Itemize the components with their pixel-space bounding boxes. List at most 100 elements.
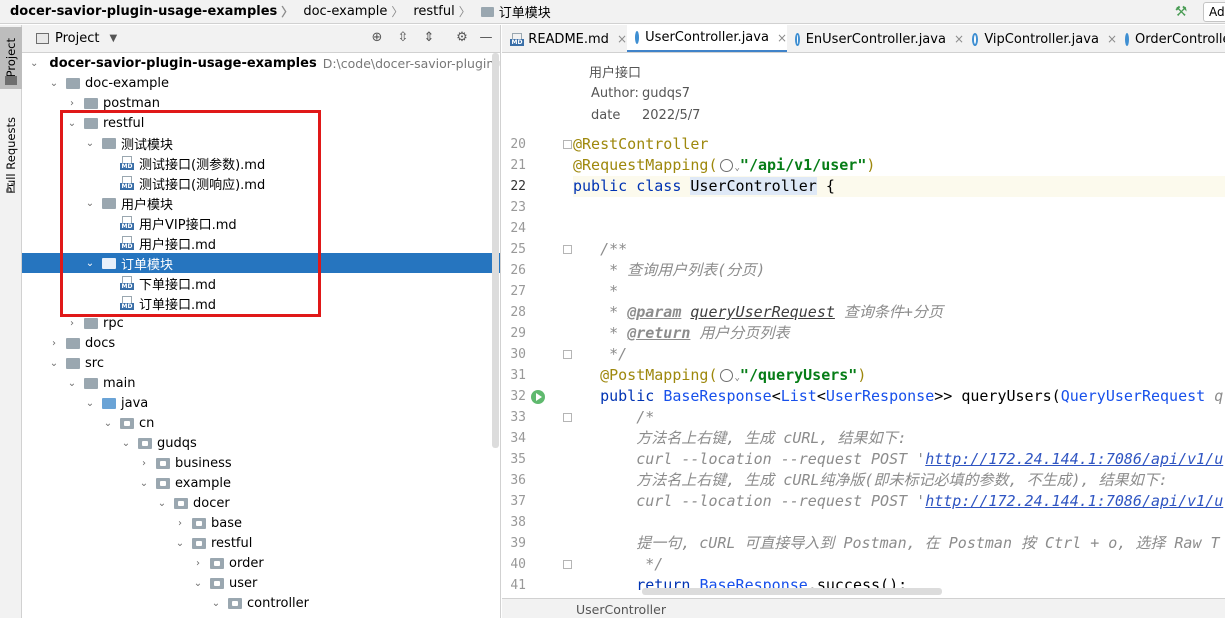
chevron-down-icon[interactable]: ⌄: [66, 118, 78, 129]
project-view-selector[interactable]: Project ▼: [36, 31, 117, 46]
chevron-down-icon[interactable]: ⌄: [192, 578, 204, 589]
chevron-down-icon[interactable]: ⌄: [120, 438, 132, 449]
chevron-right-icon[interactable]: ›: [174, 518, 186, 529]
tree-item[interactable]: ⌄ java: [22, 393, 500, 413]
tree-item[interactable]: MD 用户接口.md: [22, 233, 500, 253]
tree-item[interactable]: MD 下单接口.md: [22, 273, 500, 293]
chevron-right-icon[interactable]: ›: [138, 458, 150, 469]
close-icon[interactable]: ×: [617, 32, 627, 46]
tree-item[interactable]: ⌄ example: [22, 473, 500, 493]
chevron-down-icon[interactable]: ⌄: [48, 78, 60, 89]
tree-item[interactable]: ⌄ docer: [22, 493, 500, 513]
code-editor[interactable]: 用户接口 Author: gudqs7 date 2022/5/7 20 21 22…: [502, 53, 1225, 598]
editor-horizontal-scrollbar[interactable]: [642, 588, 942, 595]
folder-icon: [66, 337, 80, 349]
tree-item[interactable]: MD 订单接口.md: [22, 293, 500, 313]
editor-tab[interactable]: UserController.java ×: [627, 25, 787, 52]
tree-item[interactable]: ⌄ user: [22, 573, 500, 593]
chevron-down-icon[interactable]: ⌄: [210, 598, 222, 609]
breadcrumb-project-label: docer-savior-plugin-usage-examples: [10, 4, 278, 19]
chevron-down-icon[interactable]: ⌄: [84, 138, 96, 149]
project-root-path: D:\code\docer-savior-plugin-usage: [322, 55, 500, 71]
chevron-down-icon[interactable]: ⌄: [84, 258, 96, 269]
code-line-39: 提一句, cURL 可直接导入到 Postman, 在 Postman 按 Ct…: [573, 533, 1225, 554]
fold-marker-icon[interactable]: [563, 245, 572, 254]
globe-icon[interactable]: [719, 369, 733, 382]
fold-marker-icon[interactable]: [563, 413, 572, 422]
tree-item[interactable]: › order: [22, 553, 500, 573]
fold-marker-icon[interactable]: [563, 350, 572, 359]
project-scrollbar[interactable]: [492, 53, 499, 448]
folder-icon: [66, 77, 80, 89]
line-number: 32: [510, 389, 526, 404]
expand-all-icon[interactable]: ⇳: [395, 30, 411, 46]
locate-target-icon[interactable]: ⊕: [369, 30, 385, 46]
breadcrumb-order-module[interactable]: 订单模块: [471, 0, 551, 24]
javadoc-param-token[interactable]: queryUserRequest: [690, 303, 835, 321]
run-method-icon[interactable]: [531, 390, 545, 404]
fold-marker-icon[interactable]: [563, 140, 572, 149]
folder-icon: [102, 137, 116, 149]
tree-item[interactable]: › docs: [22, 333, 500, 353]
chevron-right-icon[interactable]: ›: [48, 338, 60, 349]
tree-item[interactable]: MD 测试接口(测响应).md: [22, 173, 500, 193]
gear-icon[interactable]: ⚙: [454, 30, 470, 46]
tree-item[interactable]: › postman: [22, 93, 500, 113]
url-link[interactable]: http://172.24.144.1:7086/api/v1/u: [925, 450, 1223, 468]
tree-item[interactable]: ⌄ gudqs: [22, 433, 500, 453]
chevron-down-icon[interactable]: ⌄: [138, 478, 150, 489]
code-line-22: public class UserController {: [573, 176, 1225, 197]
tree-item[interactable]: › base: [22, 513, 500, 533]
close-icon[interactable]: ×: [954, 32, 964, 46]
chevron-down-icon[interactable]: ⌄: [66, 378, 78, 389]
tree-item[interactable]: ⌄ 测试模块: [22, 133, 500, 153]
package-icon: [210, 557, 224, 569]
editor-tab[interactable]: EnUserController.java ×: [787, 25, 964, 52]
project-title: Project: [55, 31, 100, 46]
pull-request-icon: [7, 183, 15, 193]
tree-item[interactable]: ⌄ restful: [22, 533, 500, 553]
tree-item[interactable]: › business: [22, 453, 500, 473]
tree-item[interactable]: MD 用户VIP接口.md: [22, 213, 500, 233]
hide-panel-icon[interactable]: —: [478, 30, 494, 46]
tree-item[interactable]: MD 测试接口(测参数).md: [22, 153, 500, 173]
chevron-right-icon[interactable]: ›: [66, 98, 78, 109]
tree-item[interactable]: ⌄ 用户模块: [22, 193, 500, 213]
globe-icon[interactable]: [719, 159, 733, 172]
breadcrumb-restful[interactable]: restful 〉: [403, 0, 470, 24]
chevron-right-icon[interactable]: ›: [66, 318, 78, 329]
editor-tab[interactable]: MD README.md ×: [502, 25, 627, 52]
chevron-down-icon[interactable]: ⌄: [156, 498, 168, 509]
chevron-down-icon[interactable]: ⌄: [48, 358, 60, 369]
breadcrumb-doc-example[interactable]: doc-example 〉: [293, 0, 403, 24]
chevron-right-icon[interactable]: ›: [192, 558, 204, 569]
tree-item[interactable]: ⌄ 订单模块: [22, 253, 500, 273]
close-icon[interactable]: ×: [777, 31, 787, 45]
chevron-down-icon[interactable]: ⌄: [84, 198, 96, 209]
breadcrumb-project[interactable]: docer-savior-plugin-usage-examples 〉: [0, 0, 293, 24]
chevron-down-icon[interactable]: ⌄: [30, 58, 38, 69]
url-link[interactable]: http://172.24.144.1:7086/api/v1/u: [925, 492, 1223, 510]
tree-item[interactable]: ⌄ docer-savior-plugin-usage-examples D:\co…: [22, 53, 500, 73]
editor-tab[interactable]: OrderControlle: [1117, 25, 1225, 52]
close-icon[interactable]: ×: [1107, 32, 1117, 46]
chevron-down-icon[interactable]: ⌄: [102, 418, 114, 429]
tree-item[interactable]: ⌄ restful: [22, 113, 500, 133]
package-icon: [156, 457, 170, 469]
tree-item[interactable]: ⌄ main: [22, 373, 500, 393]
chevron-down-icon[interactable]: ⌄: [84, 398, 96, 409]
keyword-token: class: [636, 177, 682, 195]
add-configuration-button[interactable]: Ad: [1203, 2, 1225, 22]
editor-tab[interactable]: VipController.java ×: [964, 25, 1117, 52]
chevron-down-icon[interactable]: ⌄: [174, 538, 186, 549]
tree-item[interactable]: ⌄ cn: [22, 413, 500, 433]
tree-item[interactable]: ⌄ doc-example: [22, 73, 500, 93]
tree-item[interactable]: ⌄ src: [22, 353, 500, 373]
tree-item[interactable]: › rpc: [22, 313, 500, 333]
fold-marker-icon[interactable]: [563, 560, 572, 569]
collapse-all-icon[interactable]: ⇕: [421, 30, 437, 46]
build-hammer-icon[interactable]: ⚒: [1173, 4, 1189, 20]
line-number: 35: [510, 452, 526, 467]
tree-item[interactable]: ⌄ controller: [22, 593, 500, 613]
editor-breadcrumb-label[interactable]: UserController: [576, 602, 666, 617]
